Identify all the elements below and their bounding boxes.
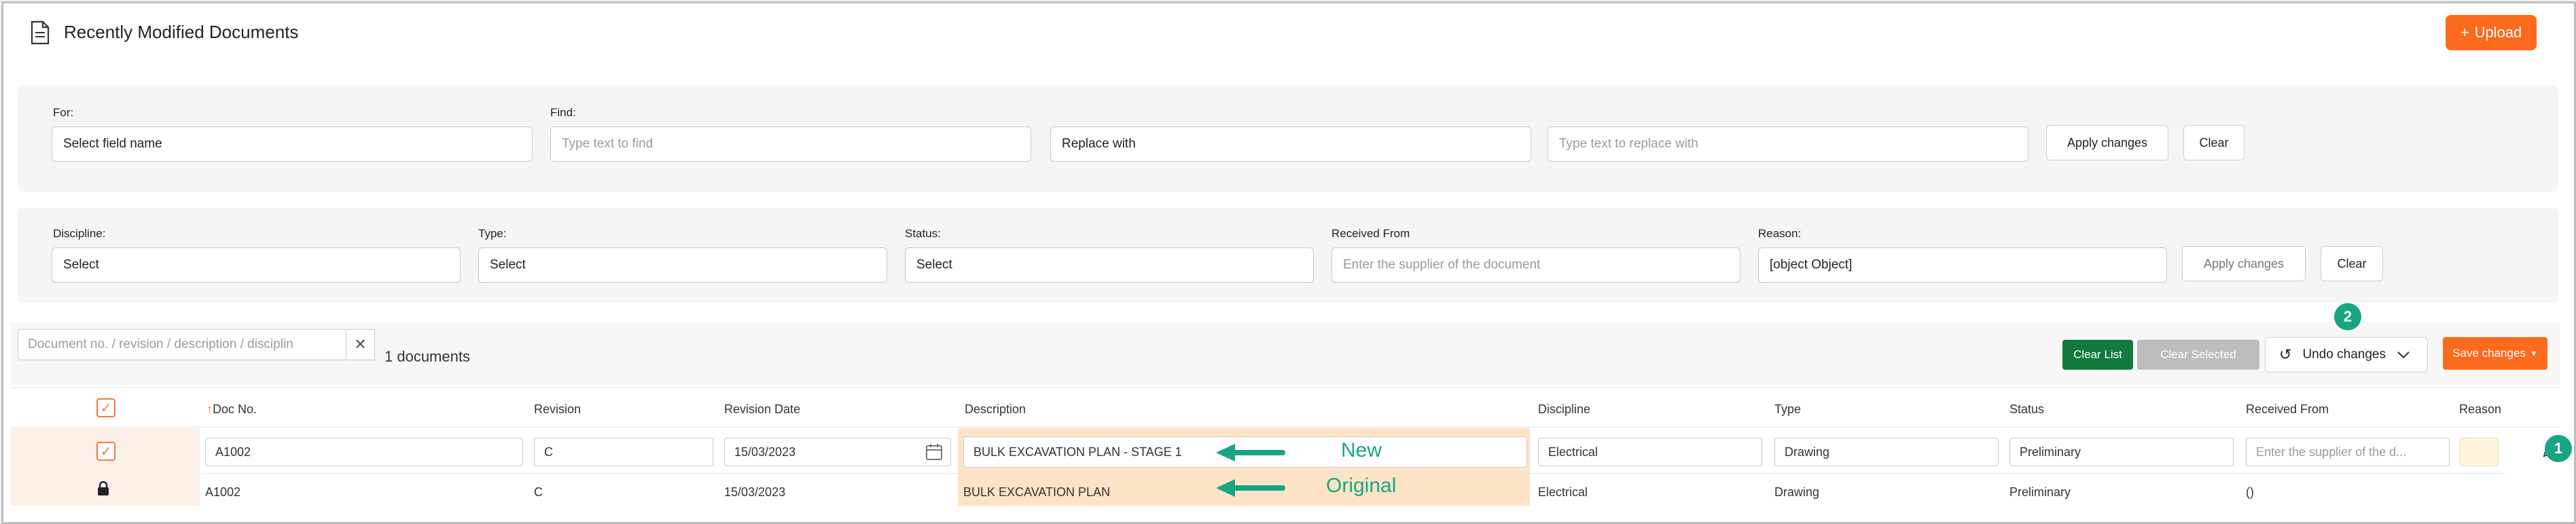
original-revision-date: 15/03/2023 — [724, 485, 786, 499]
status-input[interactable]: Preliminary — [2009, 438, 2234, 466]
filter-apply-button[interactable]: Apply changes — [2182, 246, 2306, 281]
select-all-checkbox[interactable]: ✓ — [96, 398, 115, 417]
field-name-select[interactable]: Select field name — [52, 126, 533, 162]
col-description[interactable]: Description — [965, 402, 1026, 417]
original-type: Drawing — [1774, 485, 1820, 499]
undo-changes-button[interactable]: ↺ Undo changes — [2265, 337, 2428, 372]
replace-input[interactable]: Type text to replace with — [1548, 126, 2028, 162]
annotation-badge-1: 1 — [2545, 435, 2572, 462]
upload-button[interactable]: + Upload — [2446, 15, 2537, 50]
revision-date-value: 15/03/2023 — [734, 444, 796, 459]
undo-icon: ↺ — [2279, 346, 2292, 363]
document-search-input[interactable]: Document no. / revision / description / … — [18, 329, 346, 360]
sort-up-icon: ↑ — [207, 402, 213, 416]
original-doc-no: A1002 — [205, 485, 241, 499]
status-select[interactable]: Select — [905, 247, 1314, 283]
received-from-cell-input[interactable]: Enter the supplier of the d... — [2246, 438, 2450, 466]
original-discipline: Electrical — [1538, 485, 1588, 499]
revision-date-input[interactable]: 15/03/2023 — [724, 438, 951, 466]
apply-changes-button[interactable]: Apply changes — [2046, 125, 2168, 160]
col-revision[interactable]: Revision — [534, 402, 581, 417]
discipline-input[interactable]: Electrical — [1538, 438, 1762, 466]
annotation-new: New — [1341, 439, 1382, 461]
divider — [11, 387, 2560, 388]
reason-select[interactable]: [object Object] — [1758, 247, 2167, 283]
reason-cell-input[interactable] — [2459, 438, 2499, 466]
discipline-select[interactable]: Select — [52, 247, 461, 283]
replace-select[interactable]: Replace with — [1050, 126, 1531, 162]
lock-icon — [98, 481, 109, 495]
col-revision-date[interactable]: Revision Date — [724, 402, 800, 417]
caret-down-icon: ▼ — [2529, 349, 2538, 358]
col-received-from[interactable]: Received From — [2246, 402, 2329, 417]
clear-button[interactable]: Clear — [2183, 125, 2244, 160]
original-received-from: () — [2246, 485, 2254, 499]
original-status: Preliminary — [2009, 485, 2071, 499]
clear-list-button[interactable]: Clear List — [2062, 340, 2133, 370]
annotation-original: Original — [1326, 474, 1397, 497]
received-from-label: Received From — [1331, 227, 1410, 240]
filter-clear-button[interactable]: Clear — [2321, 246, 2383, 281]
arrow-left-icon — [1216, 479, 1285, 497]
for-label: For: — [53, 106, 74, 119]
save-label: Save changes — [2452, 347, 2526, 360]
document-count: 1 documents — [384, 348, 470, 365]
find-input[interactable]: Type text to find — [550, 126, 1031, 162]
row-divider — [200, 473, 2505, 474]
upload-label: Upload — [2474, 24, 2522, 41]
clear-selected-button[interactable]: Clear Selected — [2137, 340, 2259, 370]
doc-no-input[interactable]: A1002 — [205, 438, 523, 466]
col-type[interactable]: Type — [1774, 402, 1801, 417]
revision-input[interactable]: C — [534, 438, 713, 466]
row-checkbox[interactable]: ✓ — [96, 442, 115, 461]
clear-search-icon[interactable]: ✕ — [346, 329, 375, 360]
type-input[interactable]: Drawing — [1774, 438, 1999, 466]
col-discipline[interactable]: Discipline — [1538, 402, 1590, 417]
arrow-left-icon — [1216, 444, 1285, 461]
undo-label: Undo changes — [2302, 347, 2386, 362]
document-icon — [31, 20, 50, 45]
reason-label: Reason: — [1758, 227, 1802, 240]
calendar-icon[interactable] — [925, 443, 943, 461]
original-description: BULK EXCAVATION PLAN — [963, 485, 1111, 499]
original-revision: C — [534, 485, 543, 499]
status-label: Status: — [905, 227, 941, 240]
type-label: Type: — [478, 227, 507, 240]
page-title: Recently Modified Documents — [64, 22, 299, 42]
save-changes-button[interactable]: Save changes ▼ — [2443, 337, 2547, 370]
find-label: Find: — [550, 106, 576, 119]
discipline-label: Discipline: — [53, 227, 106, 240]
type-select[interactable]: Select — [478, 247, 887, 283]
chevron-down-icon — [2397, 351, 2410, 359]
received-from-input[interactable]: Enter the supplier of the document — [1331, 247, 1740, 283]
col-doc-no[interactable]: ↑Doc No. — [207, 402, 257, 417]
annotation-badge-2: 2 — [2334, 303, 2361, 330]
col-reason[interactable]: Reason — [2459, 402, 2501, 417]
col-status[interactable]: Status — [2009, 402, 2044, 417]
plus-icon: + — [2460, 24, 2469, 41]
